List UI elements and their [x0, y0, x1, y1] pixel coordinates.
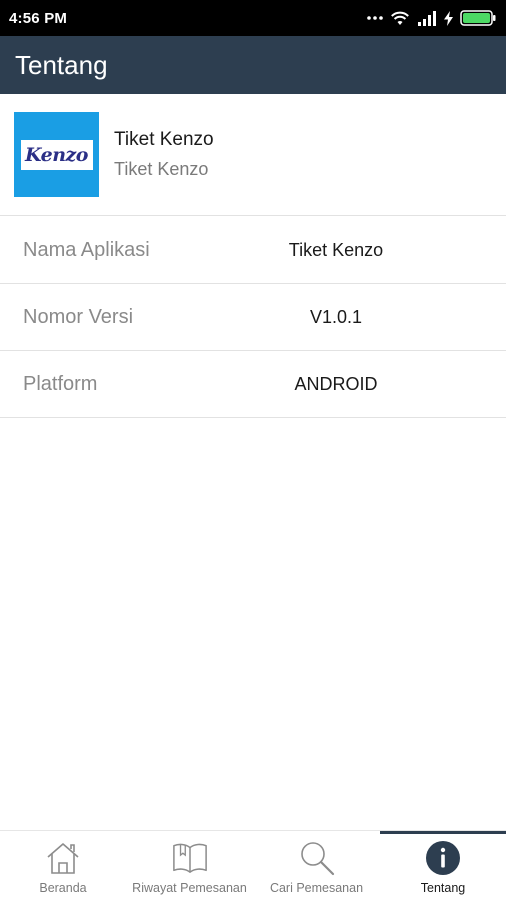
signal-icon [417, 10, 437, 26]
book-icon [172, 840, 208, 876]
nav-item-cari-pemesanan[interactable]: Cari Pemesanan [253, 831, 380, 900]
info-value: ANDROID [294, 373, 378, 394]
wifi-icon [390, 10, 410, 26]
info-label: Nama Aplikasi [23, 238, 150, 261]
app-subname: Tiket Kenzo [114, 159, 209, 179]
app-bar: Tentang [0, 36, 506, 94]
nav-item-beranda[interactable]: Beranda [0, 831, 126, 900]
logo-badge: Kenzo [20, 139, 93, 170]
info-value: Tiket Kenzo [288, 239, 384, 260]
page-title: Tentang [15, 49, 108, 80]
status-icons [367, 10, 496, 26]
app-header: Kenzo Tiket Kenzo Tiket Kenzo [0, 94, 506, 216]
info-label: Platform [23, 372, 98, 395]
search-icon [299, 840, 335, 876]
status-bar: 4:56 PM [0, 0, 506, 36]
info-value: V1.0.1 [309, 306, 363, 327]
nav-label: Riwayat Pemesanan [132, 881, 247, 895]
app-name: Tiket Kenzo [114, 129, 214, 150]
app-names: Tiket Kenzo Tiket Kenzo [114, 129, 214, 180]
nav-item-riwayat-pemesanan[interactable]: Riwayat Pemesanan [126, 831, 253, 900]
info-icon [425, 840, 461, 876]
more-dots-icon [367, 15, 383, 21]
logo-text: Kenzo [25, 143, 88, 166]
charging-icon [444, 10, 453, 26]
home-icon [45, 840, 81, 876]
status-time: 4:56 PM [9, 9, 68, 27]
bottom-nav: Beranda Riwayat Pemesanan Cari Pemesanan [0, 830, 506, 900]
battery-icon [460, 10, 496, 26]
info-row-version: Nomor Versi V1.0.1 [0, 284, 506, 351]
info-row-app-name: Nama Aplikasi Tiket Kenzo [0, 217, 506, 284]
info-row-platform: Platform ANDROID [0, 351, 506, 418]
nav-label: Tentang [420, 881, 466, 895]
nav-item-tentang[interactable]: Tentang [380, 831, 506, 900]
nav-label: Beranda [39, 881, 87, 895]
app-logo: Kenzo [14, 112, 99, 197]
info-label: Nomor Versi [23, 305, 134, 328]
nav-label: Cari Pemesanan [269, 881, 364, 895]
